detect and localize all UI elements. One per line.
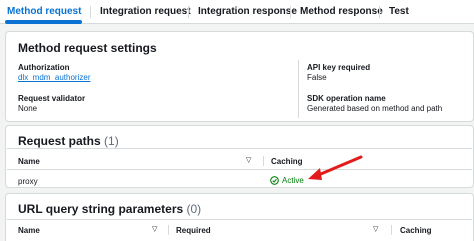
column-header-caching[interactable]: Caching xyxy=(271,157,303,166)
active-tab-indicator xyxy=(5,20,82,24)
tab-bar: Method request Integration request Integ… xyxy=(0,0,474,24)
request-paths-count: (1) xyxy=(104,134,119,148)
method-request-settings-card: Method request settings Authorization dl… xyxy=(5,31,474,122)
api-key-label: API key required xyxy=(307,63,371,72)
annotation-arrow xyxy=(308,155,363,180)
column-divider xyxy=(298,60,299,118)
table-row-name: proxy xyxy=(18,177,38,186)
column-resizer[interactable] xyxy=(391,225,392,235)
table-divider xyxy=(7,148,472,149)
status-text: Active xyxy=(282,176,304,185)
sort-caret-icon[interactable]: ▽ xyxy=(373,226,381,234)
request-validator-label: Request validator xyxy=(18,94,86,103)
sdk-operation-value: Generated based on method and path xyxy=(307,104,443,113)
sdk-operation-label: SDK operation name xyxy=(307,94,386,103)
column-resizer[interactable] xyxy=(263,156,264,166)
tab-integration-request[interactable]: Integration request xyxy=(100,0,191,24)
tab-separator xyxy=(379,6,380,18)
column-resizer[interactable] xyxy=(168,225,169,235)
tab-integration-response[interactable]: Integration response xyxy=(198,0,297,24)
tab-separator xyxy=(290,6,291,18)
tab-separator xyxy=(188,6,189,18)
request-paths-title: Request paths (1) xyxy=(18,134,119,148)
column-header-caching[interactable]: Caching xyxy=(400,226,432,235)
status-badge: Active xyxy=(270,176,304,185)
table-divider xyxy=(7,219,472,220)
request-validator-value: None xyxy=(18,104,38,113)
query-params-title: URL query string parameters (0) xyxy=(18,202,202,216)
column-header-name[interactable]: Name xyxy=(18,157,40,166)
query-params-card: URL query string parameters (0) Name ▽ R… xyxy=(5,193,474,241)
column-header-name[interactable]: Name xyxy=(18,226,40,235)
column-header-required[interactable]: Required xyxy=(176,226,211,235)
tab-test[interactable]: Test xyxy=(389,0,409,24)
request-paths-card: Request paths (1) Name ▽ Caching proxy A… xyxy=(5,125,474,188)
tab-separator xyxy=(90,6,91,18)
status-check-icon xyxy=(270,176,279,185)
authorization-link[interactable]: dlx_mdm_authorizer xyxy=(18,73,90,82)
sort-caret-icon[interactable]: ▽ xyxy=(152,226,160,234)
table-divider xyxy=(7,169,472,170)
authorization-label: Authorization xyxy=(18,63,70,72)
settings-title: Method request settings xyxy=(18,41,157,55)
query-params-count: (0) xyxy=(186,202,202,216)
sort-caret-icon[interactable]: ▽ xyxy=(246,157,254,165)
api-key-value: False xyxy=(307,73,327,82)
tab-method-response[interactable]: Method response xyxy=(300,0,383,24)
